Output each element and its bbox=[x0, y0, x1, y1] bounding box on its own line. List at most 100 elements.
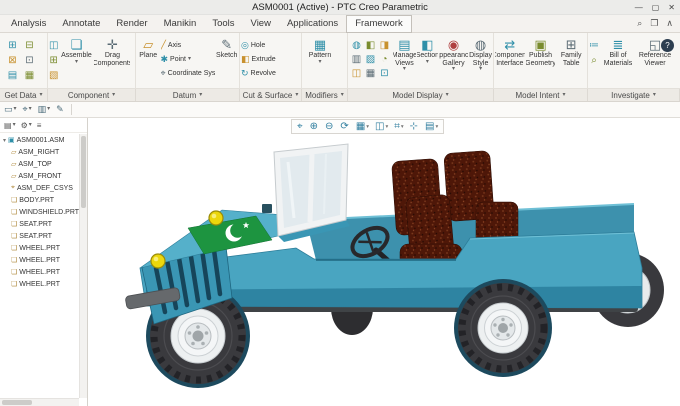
hole-button[interactable]: ◎ Hole bbox=[241, 39, 276, 51]
group-label-modifiers[interactable]: Modifiers ▾ bbox=[302, 89, 348, 101]
collapse-ribbon-icon[interactable]: ∧ bbox=[666, 18, 673, 29]
assemble-button[interactable]: ❏ Assemble ▾ bbox=[59, 35, 93, 87]
restore-button[interactable]: ▢ bbox=[652, 3, 660, 12]
get-data-tool-icon[interactable]: ▤ bbox=[5, 69, 20, 82]
tab-view[interactable]: View bbox=[243, 16, 279, 32]
investigate-tool-icon[interactable]: ⌕ bbox=[589, 54, 599, 67]
component-tool-icon[interactable]: ▧ bbox=[49, 69, 58, 82]
graphics-tool-button[interactable]: ▤ ▾ bbox=[425, 121, 438, 132]
group-label-model-intent[interactable]: Model Intent ▾ bbox=[494, 89, 588, 101]
model-display-tool-icon[interactable]: ◧ bbox=[364, 39, 377, 52]
tree-item[interactable]: ▱ ASM_RIGHT bbox=[0, 146, 79, 158]
graphics-tool-button[interactable]: ⌗ ▾ bbox=[394, 121, 403, 132]
close-button[interactable]: ✕ bbox=[668, 3, 675, 12]
tree-item[interactable]: ❏ SEAT.PRT bbox=[0, 230, 79, 242]
tree-root-item[interactable]: ▾ ▣ ASM0001.ASM bbox=[0, 134, 79, 146]
flag-decal[interactable] bbox=[187, 215, 273, 255]
component-tool-icon[interactable]: ◫ bbox=[49, 39, 58, 52]
get-data-tool-icon[interactable]: ⊟ bbox=[22, 39, 37, 52]
model-display-tool-icon[interactable]: ◔ bbox=[378, 53, 391, 66]
filter-tool-button[interactable]: ⌖ ▾ bbox=[23, 104, 32, 115]
model-display-tool-icon[interactable]: ▨ bbox=[364, 53, 377, 66]
tree-item[interactable]: ❏ WHEEL.PRT bbox=[0, 278, 79, 290]
extrude-button[interactable]: ◧ Extrude bbox=[241, 53, 276, 65]
component-tool-icon[interactable]: ⊞ bbox=[49, 54, 58, 67]
publish-geometry-button[interactable]: ▣ Publish Geometry bbox=[526, 35, 556, 87]
get-data-tool-icon[interactable]: ⊠ bbox=[5, 54, 20, 67]
tab-analysis[interactable]: Analysis bbox=[3, 16, 54, 32]
scrollbar-thumb[interactable] bbox=[2, 400, 32, 405]
model-display-tool-icon[interactable]: ▥ bbox=[350, 53, 363, 66]
tree-item[interactable]: ❏ WHEEL.PRT bbox=[0, 266, 79, 278]
tree-item[interactable]: ❏ SEAT.PRT bbox=[0, 218, 79, 230]
bill-of-materials-button[interactable]: ≣ Bill of Materials bbox=[600, 35, 636, 87]
graphics-tool-button[interactable]: ⊹ bbox=[410, 121, 419, 132]
manage-views-button[interactable]: ▤ Manage Views ▾ bbox=[393, 35, 416, 87]
revolve-button[interactable]: ↻ Revolve bbox=[241, 67, 276, 79]
tab-annotate[interactable]: Annotate bbox=[54, 16, 108, 32]
tree-toolbar-icon[interactable]: ≡ bbox=[37, 121, 43, 130]
graphics-tool-button[interactable]: ⌖ bbox=[297, 121, 304, 132]
group-label-investigate[interactable]: Investigate ▾ bbox=[588, 89, 680, 101]
tree-toolbar-icon[interactable]: ⚙ ▾ bbox=[21, 121, 32, 130]
group-label-model-display[interactable]: Model Display ▾ bbox=[348, 89, 494, 101]
coordinate-system-button[interactable]: ⌖ Coordinate System bbox=[161, 67, 215, 79]
section-button[interactable]: ◧ Section ▾ bbox=[417, 35, 438, 87]
model-display-tool-icon[interactable]: ▦ bbox=[364, 67, 377, 80]
tree-item[interactable]: ❏ WINDSHIELD.PRT bbox=[0, 206, 79, 218]
get-data-tool-icon[interactable]: ⊡ bbox=[22, 54, 37, 67]
drag-components-button[interactable]: ✛ Drag Components bbox=[94, 35, 130, 87]
get-data-tool-icon[interactable]: ▦ bbox=[22, 69, 37, 82]
graphics-tool-button[interactable]: ⊕ bbox=[310, 121, 319, 132]
tree-toolbar-icon[interactable]: ▤ ▾ bbox=[4, 121, 16, 130]
group-label-datum[interactable]: Datum ▾ bbox=[136, 89, 240, 101]
tree-item[interactable]: ⌖ ASM_DEF_CSYS bbox=[0, 182, 79, 194]
side-mirror[interactable] bbox=[262, 204, 272, 213]
model-display-tool-icon[interactable]: ◨ bbox=[378, 39, 391, 52]
model-display-tool-icon[interactable]: ⊡ bbox=[378, 67, 391, 80]
tab-framework[interactable]: Framework bbox=[346, 14, 412, 33]
expand-icon[interactable]: ▾ bbox=[3, 137, 6, 144]
model-display-tool-icon[interactable]: ◍ bbox=[350, 39, 363, 52]
scrollbar-thumb[interactable] bbox=[81, 136, 86, 208]
get-data-tool-icon[interactable]: ⊞ bbox=[5, 39, 20, 52]
tree-item[interactable]: ▱ ASM_FRONT bbox=[0, 170, 79, 182]
tree-horizontal-scrollbar[interactable] bbox=[0, 398, 79, 406]
model-display-tool-icon[interactable]: ◫ bbox=[350, 67, 363, 80]
display-style-button[interactable]: ◍ Display Style ▾ bbox=[469, 35, 492, 87]
wheel-rear[interactable] bbox=[458, 283, 548, 373]
component-interface-button[interactable]: ⇄ Component Interface bbox=[495, 35, 525, 87]
tree-item[interactable]: ❏ WHEEL.PRT bbox=[0, 242, 79, 254]
sketch-button[interactable]: ✎ Sketch bbox=[216, 35, 239, 87]
group-label-cut-surface[interactable]: Cut & Surface ▾ bbox=[240, 89, 302, 101]
tree-vertical-scrollbar[interactable] bbox=[79, 134, 87, 398]
filter-tool-button[interactable]: ✎ bbox=[56, 104, 65, 115]
investigate-tool-icon[interactable]: ≔ bbox=[589, 39, 599, 52]
tab-applications[interactable]: Applications bbox=[279, 16, 346, 32]
tree-item[interactable]: ❏ BODY.PRT bbox=[0, 194, 79, 206]
graphics-tool-button[interactable]: ⊖ bbox=[325, 121, 334, 132]
tab-tools[interactable]: Tools bbox=[204, 16, 242, 32]
group-label-component[interactable]: Component ▾ bbox=[48, 89, 136, 101]
graphics-tool-button[interactable]: ◫ ▾ bbox=[375, 121, 388, 132]
point-button[interactable]: ✱ Point ▾ bbox=[161, 53, 215, 65]
group-label-get-data[interactable]: Get Data ▾ bbox=[0, 89, 48, 101]
windows-icon[interactable]: ❐ bbox=[650, 18, 658, 29]
help-button[interactable]: ? bbox=[661, 39, 674, 52]
jeep-3d-model[interactable] bbox=[88, 118, 680, 406]
family-table-button[interactable]: ⊞ Family Table bbox=[556, 35, 586, 87]
appearance-gallery-button[interactable]: ◉ Appearance Gallery ▾ bbox=[439, 35, 468, 87]
plane-button[interactable]: ▱ Plane bbox=[137, 35, 160, 87]
tab-manikin[interactable]: Manikin bbox=[156, 16, 205, 32]
graphics-tool-button[interactable]: ⟳ bbox=[340, 121, 349, 132]
graphics-viewport[interactable]: ⌖ ⊕ ⊖ ⟳ ▦ ▾ ◫ ▾ ⌗ ▾ ⊹ ▤ ▾ bbox=[88, 118, 680, 406]
tab-render[interactable]: Render bbox=[108, 16, 155, 32]
filter-tool-button[interactable]: ▭ ▾ bbox=[4, 104, 17, 115]
graphics-tool-button[interactable]: ▦ ▾ bbox=[356, 121, 369, 132]
pattern-button[interactable]: ▦ Pattern ▾ bbox=[303, 35, 337, 87]
filter-tool-button[interactable]: ▥ ▾ bbox=[38, 104, 51, 115]
search-icon[interactable]: ⌕ bbox=[637, 18, 642, 29]
tree-item[interactable]: ▱ ASM_TOP bbox=[0, 158, 79, 170]
tree-item[interactable]: ❏ WHEEL.PRT bbox=[0, 254, 79, 266]
minimize-button[interactable]: — bbox=[635, 3, 643, 12]
